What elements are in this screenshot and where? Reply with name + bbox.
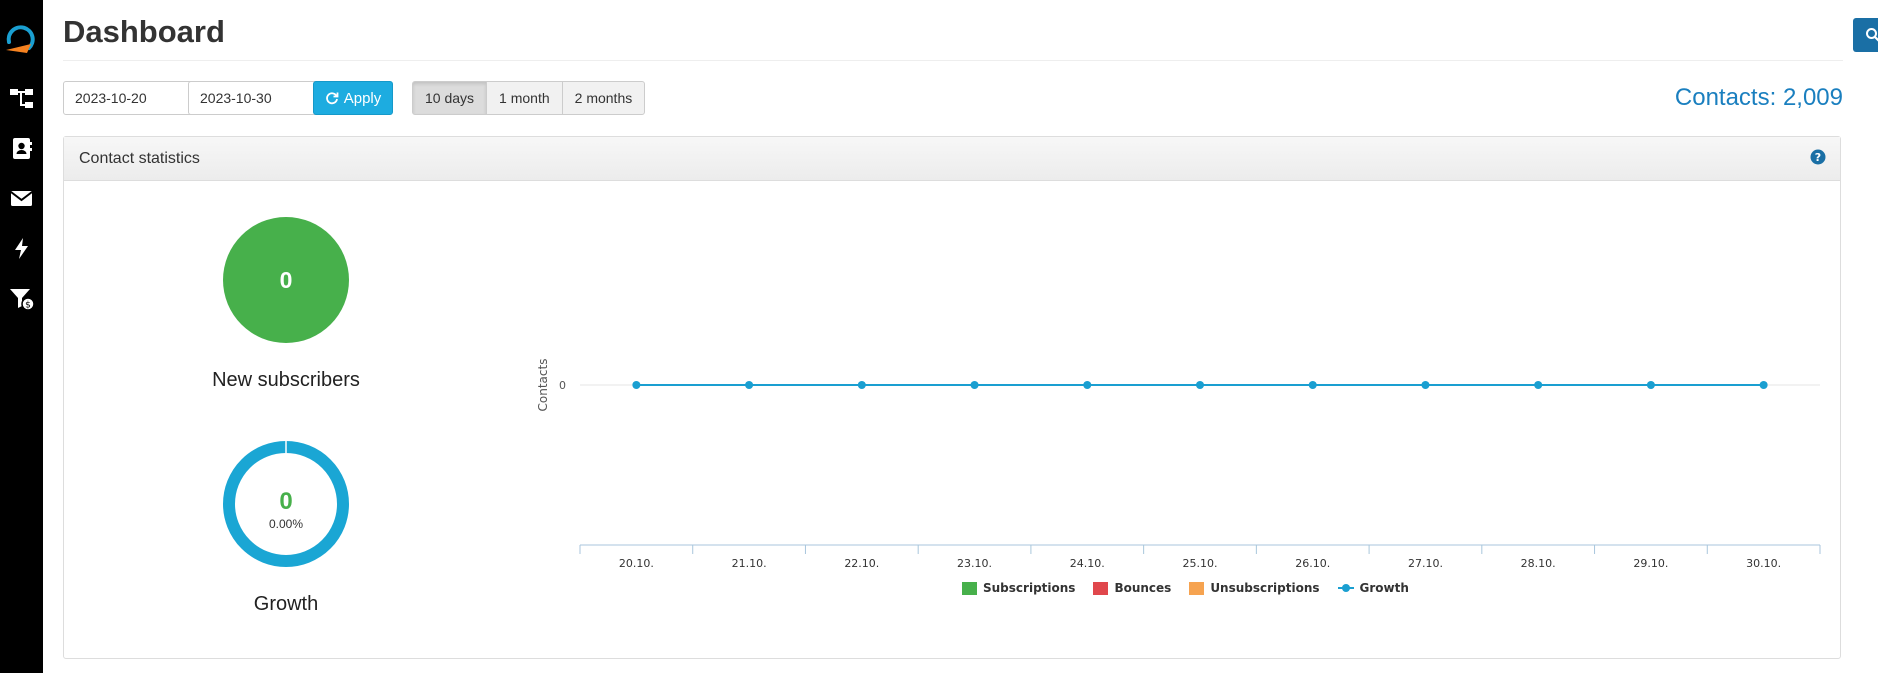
growth-point [857, 381, 866, 389]
funnel-dollar-icon[interactable]: $ [8, 285, 35, 312]
contacts-total: Contacts: 2,009 [1674, 84, 1843, 111]
legend-growth-label: Growth [1359, 581, 1409, 595]
apply-label: Apply [343, 89, 382, 107]
growth-point [1196, 381, 1204, 389]
range-2-months-button[interactable]: 2 months [561, 81, 646, 115]
app-logo[interactable] [3, 20, 39, 56]
new-subscribers-value: 0 [279, 266, 293, 293]
page-title: Dashboard [63, 14, 225, 49]
growth-point [745, 381, 754, 389]
growth-point [1759, 381, 1768, 389]
bolt-icon[interactable] [8, 235, 35, 262]
panel-header: Contact statistics ? [64, 137, 1840, 181]
search-icon [1866, 28, 1878, 42]
x-tick-label: 27.10. [1408, 557, 1443, 570]
date-from-input[interactable] [63, 81, 194, 115]
y-tick-label: 0 [559, 379, 566, 392]
refresh-icon [325, 92, 339, 105]
legend-growth-marker [1337, 583, 1354, 593]
x-tick-label: 29.10. [1633, 557, 1668, 570]
svg-text:?: ? [1815, 151, 1821, 164]
contacts-chart: 0 Contacts 20.10. 21.10. 22.10. 23.10. 24.10. 2… [536, 359, 1821, 570]
legend-subscriptions-swatch [962, 581, 977, 595]
legend-growth[interactable]: Growth [1337, 581, 1409, 595]
title-divider [63, 60, 1843, 61]
envelope-icon[interactable] [8, 185, 35, 212]
growth-point [1308, 381, 1317, 389]
sidebar: $ [0, 0, 43, 673]
x-tick-label: 26.10. [1295, 557, 1330, 570]
legend-unsubscriptions-label: Unsubscriptions [1210, 581, 1320, 595]
range-10-days-button[interactable]: 10 days [412, 81, 488, 115]
apply-button[interactable]: Apply [313, 81, 393, 115]
new-subscribers-label: New subscribers [212, 369, 360, 391]
growth-point [1083, 381, 1092, 389]
growth-point [632, 381, 641, 389]
x-tick-label: 23.10. [957, 557, 992, 570]
growth-label: Growth [253, 593, 319, 615]
growth-point [1534, 381, 1543, 389]
legend-subscriptions-label: Subscriptions [983, 581, 1076, 595]
help-icon[interactable]: ? [1810, 149, 1826, 165]
x-tick-label: 28.10. [1521, 557, 1556, 570]
new-subscribers-circle: 0 [223, 217, 349, 343]
growth-point [1421, 381, 1430, 389]
legend-unsubscriptions[interactable]: Unsubscriptions [1189, 581, 1320, 595]
x-tick-label: 25.10. [1183, 557, 1218, 570]
y-axis-title: Contacts [536, 359, 550, 412]
date-to-input[interactable] [188, 81, 319, 115]
legend-bounces[interactable]: Bounces [1093, 581, 1171, 595]
x-tick-label: 30.10. [1746, 557, 1781, 570]
x-tick-label: 24.10. [1070, 557, 1105, 570]
x-tick-label: 20.10. [619, 557, 654, 570]
sitemap-icon[interactable] [8, 85, 35, 112]
growth-point [970, 381, 979, 389]
growth-point [1646, 381, 1655, 389]
chart-legend: Subscriptions Bounces Unsubscriptions Gr… [962, 581, 1409, 595]
legend-subscriptions[interactable]: Subscriptions [962, 581, 1075, 595]
x-tick-label: 21.10. [732, 557, 767, 570]
panel-title: Contact statistics [79, 150, 200, 167]
search-button[interactable] [1853, 18, 1878, 52]
date-range-group: 10 days 1 month 2 months [412, 81, 646, 115]
contact-book-icon[interactable] [8, 135, 35, 162]
growth-percent: 0.00% [268, 517, 304, 531]
range-1-month-button[interactable]: 1 month [486, 81, 563, 115]
growth-value: 0 [279, 488, 293, 515]
x-tick-label: 22.10. [844, 557, 879, 570]
svg-text:$: $ [25, 301, 31, 311]
legend-bounces-swatch [1093, 581, 1109, 595]
legend-unsubscriptions-swatch [1189, 581, 1205, 595]
legend-bounces-label: Bounces [1114, 581, 1172, 595]
